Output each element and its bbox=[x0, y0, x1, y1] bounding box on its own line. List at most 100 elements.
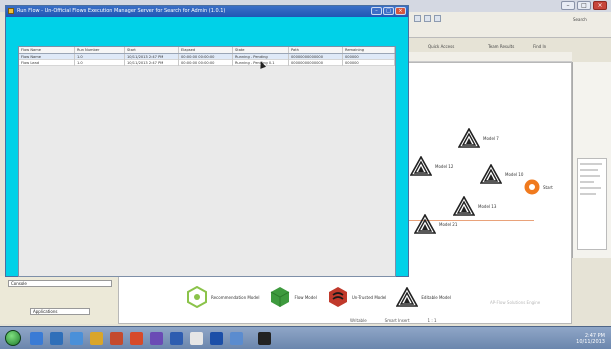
console-field[interactable]: Console bbox=[8, 280, 112, 287]
clock-date: 10/11/2013 bbox=[576, 339, 605, 345]
close-button[interactable]: × bbox=[593, 1, 607, 10]
dialog-title: Run Flow - Un-Official Flows Execution M… bbox=[17, 8, 226, 14]
taskbar-app-icon[interactable] bbox=[110, 332, 123, 345]
flow-cube-icon bbox=[271, 287, 290, 307]
legend-label: Recommendation Model bbox=[211, 294, 260, 300]
team-results-tab[interactable]: Team Results bbox=[488, 44, 514, 49]
table-cell: 00:00:00 00:00:00 bbox=[179, 60, 233, 66]
table-cell: Flow Lead bbox=[19, 60, 75, 66]
node-label: Model 10 bbox=[505, 171, 524, 177]
table-row[interactable]: Flow Lead 1.0 10/11/2013 2:47 PM 00:00:0… bbox=[19, 60, 395, 66]
taskbar-app-icon[interactable] bbox=[190, 332, 203, 345]
taskbar-app-icon[interactable] bbox=[170, 332, 183, 345]
legend-item: Un-Trusted Model bbox=[327, 286, 387, 308]
toolbar-icon[interactable] bbox=[424, 15, 431, 22]
outline-row[interactable] bbox=[580, 193, 596, 195]
node-label: Model 13 bbox=[478, 203, 497, 209]
outline-row[interactable] bbox=[580, 169, 598, 171]
taskbar-app-icon[interactable] bbox=[150, 332, 163, 345]
recommendation-hexagon-icon bbox=[187, 286, 207, 308]
spiral-model-icon bbox=[410, 156, 432, 176]
table-cell: 00000000000000 bbox=[289, 60, 343, 66]
applications-field[interactable]: Applications bbox=[30, 308, 90, 315]
column-header[interactable]: Start bbox=[125, 47, 179, 53]
column-header[interactable]: State bbox=[233, 47, 289, 53]
run-flow-dialog: Run Flow - Un-Official Flows Execution M… bbox=[5, 5, 409, 277]
column-header[interactable]: Run Number bbox=[75, 47, 125, 53]
start-button-icon[interactable] bbox=[5, 330, 21, 346]
legend-item: Editable Model bbox=[396, 287, 451, 307]
taskbar-app-icon[interactable] bbox=[230, 332, 243, 345]
canvas-node[interactable]: Model 21 bbox=[414, 214, 457, 234]
spiral-model-icon bbox=[414, 214, 436, 234]
outline-row[interactable] bbox=[580, 187, 601, 189]
legend-label: Un-Trusted Model bbox=[351, 294, 387, 300]
legend-item: Flow Model bbox=[269, 286, 317, 308]
start-node-icon bbox=[524, 179, 540, 195]
system-clock[interactable]: 2:47 PM 10/11/2013 bbox=[576, 333, 605, 345]
taskbar-app-icon[interactable] bbox=[210, 332, 223, 345]
outline-row[interactable] bbox=[580, 181, 594, 183]
canvas-tab-strip bbox=[408, 52, 572, 62]
quick-access-field[interactable]: Quick Access bbox=[428, 44, 454, 49]
table-cell: 10/11/2013 2:47 PM bbox=[125, 60, 179, 66]
dialog-titlebar[interactable]: Run Flow - Un-Official Flows Execution M… bbox=[6, 6, 408, 17]
taskbar-app-icon[interactable] bbox=[30, 332, 43, 345]
table-cell: 1.0 bbox=[75, 60, 125, 66]
canvas-node-start[interactable]: Start bbox=[524, 179, 553, 195]
toolbar-icon[interactable] bbox=[414, 15, 421, 22]
column-header[interactable]: Elapsed bbox=[179, 47, 233, 53]
node-label: Start bbox=[543, 184, 553, 190]
column-header[interactable]: Flow Name bbox=[19, 47, 75, 53]
spiral-model-icon bbox=[458, 128, 480, 148]
dialog-maximize-button[interactable]: □ bbox=[383, 7, 394, 15]
status-insert-mode: Smart Insert bbox=[384, 318, 410, 323]
search-field[interactable]: Search bbox=[573, 17, 587, 22]
legend-label: Editable Model bbox=[421, 294, 451, 300]
column-header[interactable]: Remaining bbox=[343, 47, 395, 53]
taskbar-app-icon[interactable] bbox=[258, 332, 271, 345]
node-label: Model 21 bbox=[439, 221, 458, 227]
taskbar-app-icon[interactable] bbox=[130, 332, 143, 345]
taskbar-app-icon[interactable] bbox=[50, 332, 63, 345]
dialog-minimize-button[interactable]: – bbox=[371, 7, 382, 15]
status-bar: Writable Smart Insert 1 : 1 bbox=[280, 318, 611, 326]
canvas-watermark: AP-Flow Solutions Engine bbox=[490, 300, 541, 305]
maximize-button[interactable]: □ bbox=[577, 1, 591, 10]
outline-view[interactable] bbox=[577, 158, 607, 250]
spiral-model-icon bbox=[480, 164, 502, 184]
bottom-left-panel: Console Applications bbox=[0, 276, 118, 324]
ide-toolbar: Quick Access Team Results Find In Search bbox=[408, 12, 611, 49]
minimize-button[interactable]: – bbox=[561, 1, 575, 10]
outline-row[interactable] bbox=[580, 163, 602, 165]
untrusted-model-icon bbox=[328, 287, 347, 307]
right-side-panel bbox=[572, 62, 611, 258]
legend-label: Flow Model bbox=[294, 294, 317, 300]
canvas-legend: Recommendation Model Flow Model Un-Trust… bbox=[186, 286, 461, 308]
grid-header: Flow Name Run Number Start Elapsed State… bbox=[19, 47, 395, 54]
taskbar-app-icon[interactable] bbox=[90, 332, 103, 345]
app-icon bbox=[8, 8, 14, 14]
spiral-model-icon bbox=[396, 287, 419, 307]
taskbar-app-icon[interactable] bbox=[70, 332, 83, 345]
flow-runs-grid[interactable]: Flow Name Run Number Start Elapsed State… bbox=[18, 46, 396, 277]
spiral-model-icon bbox=[453, 196, 475, 216]
find-in-tab[interactable]: Find In bbox=[533, 44, 546, 49]
status-writable: Writable bbox=[350, 318, 367, 323]
column-header[interactable]: Path bbox=[289, 47, 343, 53]
status-cursor-position: 1 : 1 bbox=[427, 318, 437, 323]
canvas-node[interactable]: Model 12 bbox=[410, 156, 453, 176]
node-label: Model 12 bbox=[435, 163, 454, 169]
toolbar-icon[interactable] bbox=[434, 15, 441, 22]
ide-window-controls: – □ × bbox=[561, 1, 607, 10]
outline-row[interactable] bbox=[580, 175, 600, 177]
node-label: Model 7 bbox=[483, 135, 499, 141]
legend-item: Recommendation Model bbox=[186, 286, 259, 308]
dialog-window-controls: – □ × bbox=[371, 7, 406, 15]
canvas-node[interactable]: Model 10 bbox=[480, 164, 523, 184]
table-cell: 000000 bbox=[343, 60, 395, 66]
canvas-node[interactable]: Model 7 bbox=[458, 128, 499, 148]
dialog-close-button[interactable]: × bbox=[395, 7, 406, 15]
windows-taskbar: 2:47 PM 10/11/2013 bbox=[0, 326, 611, 349]
canvas-node[interactable]: Model 13 bbox=[453, 196, 496, 216]
